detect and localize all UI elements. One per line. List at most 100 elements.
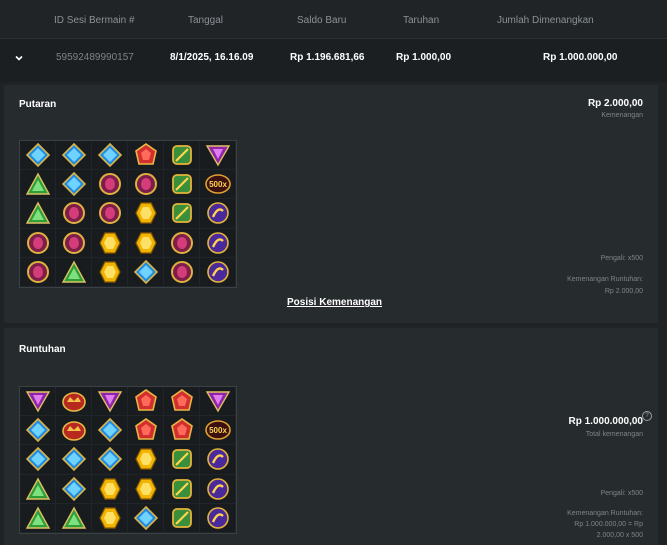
blue-gem-icon (25, 418, 50, 443)
reel-cell (164, 199, 200, 229)
ring-gem-icon (98, 173, 121, 196)
purple-gold-gem-icon (206, 507, 229, 529)
reel-cell (92, 416, 128, 446)
spin-reel-grid: 500x (19, 140, 237, 288)
reel-cell (128, 474, 164, 504)
new-balance: Rp 1.196.681,66 (290, 52, 365, 63)
red-gem-icon (134, 389, 157, 411)
reel-cell (200, 257, 236, 287)
reel-cell (128, 503, 164, 533)
ring-gem-icon (170, 260, 193, 283)
blue-gem-icon (61, 447, 86, 472)
blue-gem-icon (61, 476, 86, 501)
reel-cell (128, 141, 164, 171)
cascade-multiplier: Pengali: x500 (600, 490, 643, 497)
reel-cell (128, 416, 164, 446)
spin-cascade-label: Kemenangan Runtuhan: (567, 276, 643, 283)
yellow-gem-icon (98, 261, 121, 283)
blue-gem-icon (25, 447, 50, 472)
reel-cell (56, 199, 92, 229)
reel-cell (200, 503, 236, 533)
reel-cell (20, 141, 56, 171)
reel-cell: 500x (200, 170, 236, 200)
yellow-gem-icon (98, 478, 121, 500)
crown-gem-icon (61, 392, 86, 412)
green-gold-gem-icon (171, 478, 192, 499)
reel-cell (20, 416, 56, 446)
ring-gem-icon (98, 202, 121, 225)
table-row[interactable]: 59592489990157 8/1/2025, 16.16.09 Rp 1.1… (0, 39, 667, 82)
spin-multiplier: Pengali: x500 (600, 255, 643, 262)
blue-gem-icon (61, 142, 86, 168)
reel-cell (92, 503, 128, 533)
reel-cell (20, 228, 56, 258)
spin-amount-label: Kemenangan (601, 112, 643, 119)
blue-gem-icon (61, 172, 86, 197)
reel-cell (164, 257, 200, 287)
reel-cell (56, 228, 92, 258)
reel-cell (164, 416, 200, 446)
green-gold-gem-icon (171, 174, 192, 195)
ring-gem-icon (134, 173, 157, 196)
reel-cell (200, 474, 236, 504)
session-date: 8/1/2025, 16.16.09 (170, 52, 254, 63)
purple-gold-gem-icon (206, 261, 229, 283)
reel-cell (128, 445, 164, 475)
cascade-panel: Runtuhan 500x Rp 1.000.000,00 ? Total ke… (4, 328, 658, 545)
green-gold-gem-icon (171, 507, 192, 528)
reel-cell (56, 257, 92, 287)
reel-cell (200, 199, 236, 229)
blue-gem-icon (133, 505, 158, 530)
help-icon[interactable]: ? (642, 411, 652, 421)
blue-gem-icon (97, 447, 122, 472)
reel-cell (164, 503, 200, 533)
green-tri-gem-icon (25, 172, 50, 195)
reel-cell (164, 228, 200, 258)
reel-cell (92, 387, 128, 417)
spin-panel: Putaran Rp 2.000,00 Kemenangan 500x Peng… (4, 85, 658, 323)
blue-gem-icon (133, 259, 158, 284)
reel-cell (20, 257, 56, 287)
reel-cell (200, 387, 236, 417)
reel-cell (20, 199, 56, 229)
reel-cell (164, 445, 200, 475)
reel-cell (20, 387, 56, 417)
reel-cell (92, 199, 128, 229)
reel-cell (56, 416, 92, 446)
reel-cell (92, 257, 128, 287)
reel-cell (92, 445, 128, 475)
reel-cell (200, 141, 236, 171)
yellow-gem-icon (134, 478, 157, 500)
blue-gem-icon (97, 418, 122, 443)
winning-positions-link[interactable]: Posisi Kemenangan (287, 297, 382, 308)
multiplier-label: 500x (209, 180, 227, 189)
green-tri-gem-icon (25, 202, 50, 225)
green-tri-gem-icon (25, 506, 50, 529)
reel-cell (128, 228, 164, 258)
green-tri-gem-icon (61, 506, 86, 529)
blue-gem-icon (97, 142, 122, 168)
purple-gold-gem-icon (206, 231, 229, 254)
mult-gem-icon: 500x (204, 174, 231, 195)
cascade-sum-line1: Rp 1.000.000,00 = Rp (574, 521, 643, 528)
red-gem-icon (134, 143, 157, 165)
yellow-gem-icon (98, 232, 121, 254)
col-session-id: ID Sesi Bermain # (54, 15, 135, 26)
yellow-gem-icon (134, 448, 157, 471)
red-gem-icon (170, 389, 193, 411)
table-header: ID Sesi Bermain # Tanggal Saldo Baru Tar… (0, 0, 667, 39)
reel-cell (20, 445, 56, 475)
reel-cell: 500x (200, 416, 236, 446)
ring-gem-icon (170, 231, 193, 254)
reel-cell (56, 503, 92, 533)
chevron-down-icon[interactable] (14, 53, 24, 63)
yellow-gem-icon (98, 507, 121, 529)
reel-cell (92, 228, 128, 258)
cascade-sum-line2: 2.000,00 x 500 (596, 532, 643, 539)
reel-cell (20, 503, 56, 533)
cascade-sum-label: Kemenangan Runtuhan: (567, 510, 643, 517)
yellow-gem-icon (134, 202, 157, 225)
ring-gem-icon (62, 202, 85, 225)
session-id: 59592489990157 (56, 52, 134, 63)
win-amount: Rp 1.000.000,00 (543, 52, 618, 63)
